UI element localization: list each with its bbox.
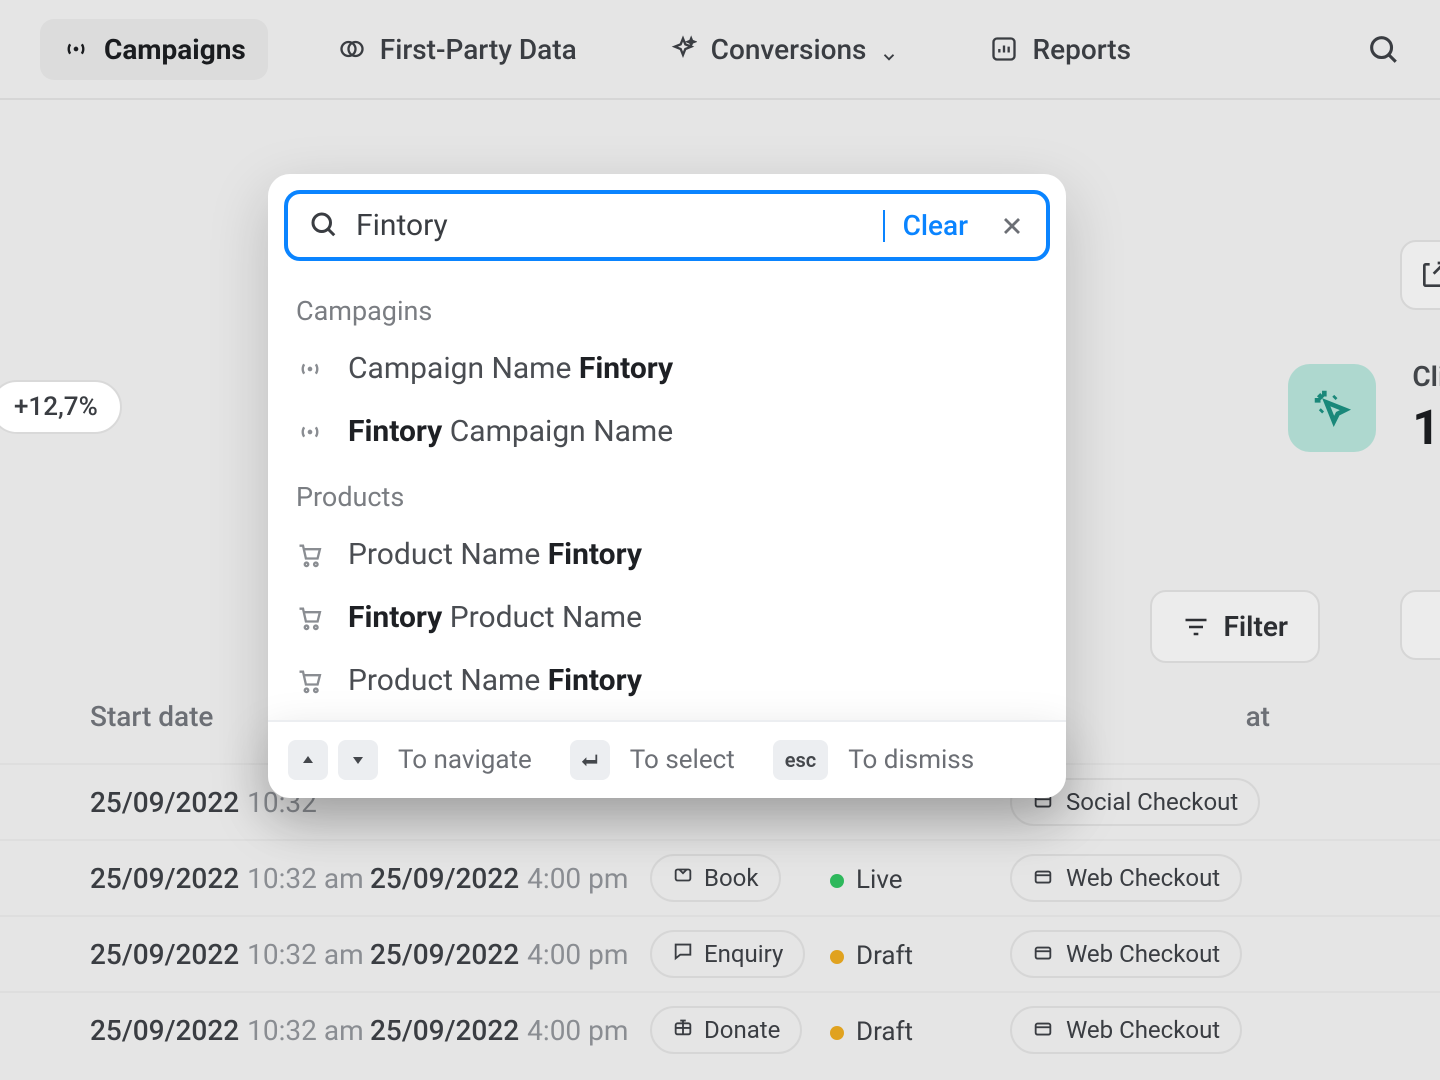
top-nav: Campaigns First-Party Data Conversions R… [0, 0, 1440, 100]
row-status: Draft [830, 1014, 1010, 1047]
result-text: Fintory Campaign Name [348, 414, 673, 449]
row-start: 25/09/202210:32 am [90, 938, 370, 971]
ctr-value: 15 [1412, 399, 1440, 456]
key-esc: esc [773, 740, 828, 780]
search-clear-button[interactable]: Clear [903, 209, 968, 242]
row-status: Live [830, 862, 1010, 895]
hint-select: To select [630, 745, 735, 775]
row-name: n [0, 786, 90, 819]
row-goal: Enquiry [650, 930, 830, 978]
cart-icon [296, 604, 324, 632]
row-name: n [0, 1014, 90, 1047]
hint-dismiss: To dismiss [848, 745, 974, 775]
filter-button[interactable]: Filter [1150, 590, 1321, 663]
nav-reports[interactable]: Reports [968, 19, 1153, 80]
nav-campaigns-label: Campaigns [104, 33, 246, 66]
nav-first-party[interactable]: First-Party Data [316, 19, 599, 80]
result-text: Product Name Fintory [348, 663, 642, 698]
row-goal: Donate [650, 1006, 830, 1054]
table-row[interactable]: n 25/09/202210:32 am 25/09/20224:00 pm B… [0, 839, 1440, 915]
search-field[interactable]: Fintory Clear [284, 190, 1050, 261]
change-badge: +12,7% [0, 380, 122, 434]
cart-icon [296, 667, 324, 695]
broadcast-icon [62, 35, 90, 63]
row-end: 25/09/20224:00 pm [370, 862, 650, 895]
search-result[interactable]: Fintory Campaign Name [280, 400, 1054, 463]
row-format: Web Checkout [1010, 1006, 1270, 1054]
text-cursor [883, 210, 885, 242]
search-result[interactable]: Campaign Name Fintory [280, 337, 1054, 400]
section-campaigns: Campagins [280, 277, 1054, 337]
goal-icon [672, 1016, 694, 1044]
ctr-card: Click-thr 15% [1288, 360, 1440, 456]
nav-campaigns[interactable]: Campaigns [40, 19, 268, 80]
table-row[interactable]: n 25/09/202210:32 am 25/09/20224:00 pm D… [0, 991, 1440, 1067]
bar-chart-icon [990, 35, 1018, 63]
result-text: Product Name Fintory [348, 537, 642, 572]
broadcast-icon [296, 355, 324, 383]
search-input[interactable]: Fintory [356, 208, 889, 243]
overlap-icon [338, 35, 366, 63]
dashboard: +12,7% Click-thr 15% Filter Start date a… [0, 100, 1440, 160]
row-name: n [0, 938, 90, 971]
cart-icon [296, 541, 324, 569]
nav-conversions-label: Conversions [711, 33, 867, 66]
row-format: Web Checkout [1010, 854, 1270, 902]
row-end: 25/09/20224:00 pm [370, 938, 650, 971]
key-down-icon [338, 740, 378, 780]
goal-icon [672, 940, 694, 968]
row-format: Web Checkout [1010, 930, 1270, 978]
pointer-click-icon [1288, 364, 1376, 452]
key-up-icon [288, 740, 328, 780]
row-goal: Book [650, 854, 830, 902]
nav-search-button[interactable] [1366, 32, 1400, 66]
chevron-down-icon [880, 40, 898, 58]
row-name: n [0, 862, 90, 895]
row-start: 25/09/202210:32 am [90, 862, 370, 895]
search-result[interactable]: Product Name Fintory [280, 649, 1054, 712]
search-result[interactable]: Product Name Fintory [280, 523, 1054, 586]
result-text: Campaign Name Fintory [348, 351, 673, 386]
nav-reports-label: Reports [1032, 33, 1131, 66]
export-button[interactable] [1400, 240, 1440, 310]
close-icon[interactable] [998, 212, 1026, 240]
section-products: Products [280, 463, 1054, 523]
goal-icon [672, 864, 694, 892]
table-row[interactable]: n 25/09/202210:32 am 25/09/20224:00 pm E… [0, 915, 1440, 991]
row-end: 25/09/20224:00 pm [370, 1014, 650, 1047]
search-footer: To navigate To select esc To dismiss [268, 720, 1066, 798]
nav-first-party-label: First-Party Data [380, 33, 577, 66]
hint-navigate: To navigate [398, 745, 532, 775]
result-text: Fintory Product Name [348, 600, 642, 635]
search-result[interactable]: Fintory Product Name [280, 586, 1054, 649]
search-results: Campagins Campaign Name Fintory Fintory … [268, 277, 1066, 720]
key-enter-icon [570, 740, 610, 780]
search-icon [308, 209, 338, 243]
broadcast-icon [296, 418, 324, 446]
columns-button[interactable] [1400, 590, 1440, 660]
ctr-label: Click-thr [1412, 360, 1440, 393]
row-status: Draft [830, 938, 1010, 971]
filter-label: Filter [1224, 610, 1289, 643]
sparkle-icon [669, 35, 697, 63]
row-start: 25/09/202210:32 am [90, 1014, 370, 1047]
search-modal: Fintory Clear Campagins Campaign Name Fi… [268, 174, 1066, 798]
nav-conversions[interactable]: Conversions [647, 19, 921, 80]
